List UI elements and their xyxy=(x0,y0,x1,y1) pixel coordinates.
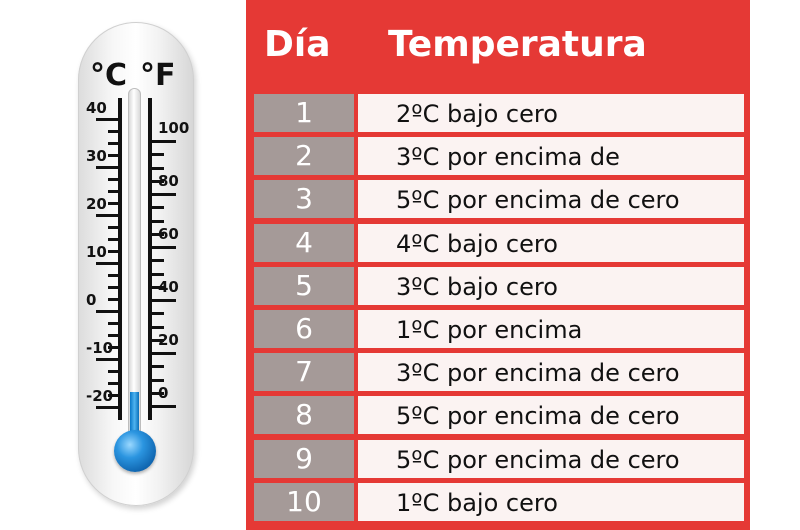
fahrenheit-tick-label: 20 xyxy=(158,331,179,349)
celsius-minor-tick xyxy=(108,190,120,193)
day-cell: 9 xyxy=(254,439,354,478)
celsius-tick-label: 0 xyxy=(86,291,97,309)
day-cell: 6 xyxy=(254,310,354,348)
temperature-cell: 3ºC por encima de cero xyxy=(358,353,744,392)
celsius-minor-tick xyxy=(108,130,120,133)
day-cell: 10 xyxy=(254,482,354,521)
table-row: 7 3ºC por encima de cero xyxy=(246,353,750,392)
celsius-major-tick xyxy=(96,214,120,217)
day-cell: 7 xyxy=(254,353,354,392)
day-cell: 2 xyxy=(254,137,354,176)
temperature-cell: 1ºC por encima xyxy=(358,310,744,348)
celsius-minor-tick xyxy=(108,226,120,229)
day-cell: 1 xyxy=(254,94,354,132)
fahrenheit-minor-tick xyxy=(150,325,164,329)
fahrenheit-tick-label: 60 xyxy=(158,225,179,243)
celsius-major-tick xyxy=(96,262,120,265)
temperature-cell: 5ºC por encima de cero xyxy=(358,439,744,478)
celsius-minor-tick xyxy=(108,274,120,277)
fahrenheit-major-tick xyxy=(150,140,176,143)
fahrenheit-minor-tick xyxy=(150,272,164,276)
fahrenheit-minor-tick xyxy=(150,259,164,263)
header-temperature: Temperatura xyxy=(388,24,647,65)
day-cell: 3 xyxy=(254,180,354,219)
temperature-cell: 3ºC bajo cero xyxy=(358,266,744,305)
celsius-minor-tick xyxy=(108,250,120,253)
fahrenheit-minor-tick xyxy=(150,166,164,170)
celsius-major-tick xyxy=(96,310,120,313)
fahrenheit-minor-tick xyxy=(150,312,164,316)
fahrenheit-minor-tick xyxy=(150,365,164,369)
header-day: Día xyxy=(264,24,331,65)
temperature-cell: 3ºC por encima de xyxy=(358,137,744,176)
temperature-cell: 5ºC por encima de cero xyxy=(358,396,744,435)
fahrenheit-unit-label: °F xyxy=(140,58,176,93)
table-row: 6 1ºC por encima xyxy=(246,310,750,348)
table-row: 10 1ºC bajo cero xyxy=(246,482,750,521)
fahrenheit-tick-label: 100 xyxy=(158,119,190,137)
table-row: 1 2ºC bajo cero xyxy=(246,94,750,132)
day-cell: 5 xyxy=(254,266,354,305)
table-row: 5 3ºC bajo cero xyxy=(246,266,750,305)
table-row: 3 5ºC por encima de cero xyxy=(246,180,750,219)
celsius-minor-tick xyxy=(108,202,120,205)
celsius-minor-tick xyxy=(108,382,120,385)
celsius-minor-tick xyxy=(108,238,120,241)
fahrenheit-major-tick xyxy=(150,352,176,355)
fahrenheit-major-tick xyxy=(150,405,176,408)
celsius-tick-label: -10 xyxy=(86,339,114,357)
fahrenheit-major-tick xyxy=(150,193,176,196)
day-cell: 8 xyxy=(254,396,354,435)
thermometer-bulb xyxy=(114,430,156,472)
temperature-cell: 2ºC bajo cero xyxy=(358,94,744,132)
celsius-minor-tick xyxy=(108,298,120,301)
celsius-tick-label: 40 xyxy=(86,99,107,117)
table-header: Día Temperatura xyxy=(246,0,750,90)
celsius-minor-tick xyxy=(108,142,120,145)
day-cell: 4 xyxy=(254,223,354,262)
celsius-minor-tick xyxy=(108,178,120,181)
celsius-unit-label: °C xyxy=(90,58,128,93)
temperature-cell: 4ºC bajo cero xyxy=(358,223,744,262)
temperature-cell: 1ºC bajo cero xyxy=(358,482,744,521)
table-row: 8 5ºC por encima de cero xyxy=(246,396,750,435)
celsius-tick-label: -20 xyxy=(86,387,114,405)
fahrenheit-minor-tick xyxy=(150,206,164,210)
celsius-minor-tick xyxy=(108,334,120,337)
celsius-minor-tick xyxy=(108,154,120,157)
fahrenheit-major-tick xyxy=(150,299,176,302)
table-row: 2 3ºC por encima de xyxy=(246,137,750,176)
celsius-tick-label: 10 xyxy=(86,243,107,261)
fahrenheit-major-tick xyxy=(150,246,176,249)
fahrenheit-minor-tick xyxy=(150,378,164,382)
celsius-minor-tick xyxy=(108,322,120,325)
celsius-tick-label: 20 xyxy=(86,195,107,213)
temperature-table: Día Temperatura 1 2ºC bajo cero 2 3ºC por e… xyxy=(246,0,750,530)
celsius-major-tick xyxy=(96,118,120,121)
fahrenheit-tick-label: 80 xyxy=(158,172,179,190)
fahrenheit-tick-label: 40 xyxy=(158,278,179,296)
fahrenheit-minor-tick xyxy=(150,153,164,157)
table-row: 9 5ºC por encima de cero xyxy=(246,439,750,478)
table-row: 4 4ºC bajo cero xyxy=(246,223,750,262)
celsius-major-tick xyxy=(96,406,120,409)
celsius-minor-tick xyxy=(108,286,120,289)
celsius-tick-label: 30 xyxy=(86,147,107,165)
celsius-major-tick xyxy=(96,166,120,169)
fahrenheit-tick-label: 0 xyxy=(158,384,169,402)
celsius-major-tick xyxy=(96,358,120,361)
celsius-minor-tick xyxy=(108,370,120,373)
temperature-cell: 5ºC por encima de cero xyxy=(358,180,744,219)
fahrenheit-minor-tick xyxy=(150,219,164,223)
